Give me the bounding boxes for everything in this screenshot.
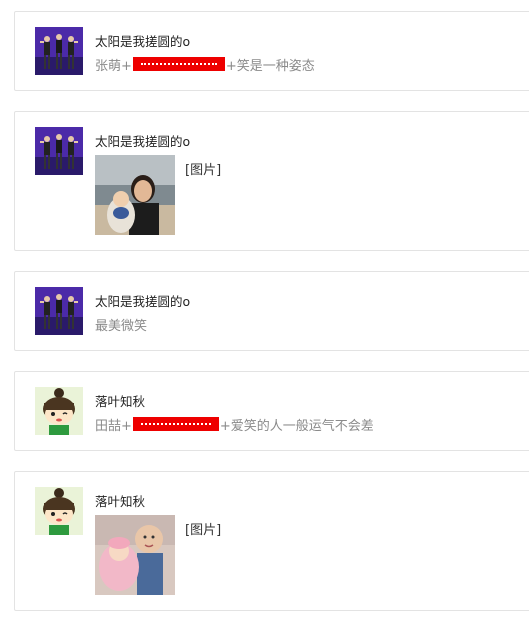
post-card: 太阳是我搓圆的o 张萌+ +笑是一种姿态	[14, 11, 529, 91]
post-username[interactable]: 落叶知秋	[95, 491, 145, 510]
image-label[interactable]: [图片]	[185, 159, 221, 178]
post-card: 太阳是我搓圆的o [图片]	[14, 111, 529, 251]
dancers-avatar[interactable]	[35, 127, 83, 175]
post-card: 太阳是我搓圆的o 最美微笑	[14, 271, 529, 351]
dancers-avatar[interactable]	[35, 287, 83, 335]
post-username[interactable]: 太阳是我搓圆的o	[95, 31, 190, 50]
post-card: 落叶知秋 [图片]	[14, 471, 529, 611]
post-text-before: 张萌+	[95, 59, 132, 74]
post-text-before: 最美微笑	[95, 319, 148, 334]
post-text-before: 田喆+	[95, 419, 132, 434]
post-text: 张萌+ +笑是一种姿态	[95, 55, 315, 74]
post-text-after: +爱笑的人一般运气不会差	[219, 419, 374, 434]
children-photo[interactable]	[95, 515, 175, 595]
post-text-after: +笑是一种姿态	[225, 59, 315, 74]
woman-child-beach-photo[interactable]	[95, 155, 175, 235]
redacted-block	[132, 416, 219, 431]
dancers-avatar[interactable]	[35, 27, 83, 75]
cartoon-girl-avatar[interactable]	[35, 387, 83, 435]
post-text: 田喆+ +爱笑的人一般运气不会差	[95, 415, 374, 434]
post-text: 最美微笑	[95, 315, 147, 334]
cartoon-girl-avatar[interactable]	[35, 487, 83, 535]
image-label[interactable]: [图片]	[185, 519, 221, 538]
post-username[interactable]: 太阳是我搓圆的o	[95, 291, 190, 310]
redacted-block	[132, 56, 225, 71]
post-username[interactable]: 落叶知秋	[95, 391, 145, 410]
post-card: 落叶知秋 田喆+ +爱笑的人一般运气不会差	[14, 371, 529, 451]
post-username[interactable]: 太阳是我搓圆的o	[95, 131, 190, 150]
